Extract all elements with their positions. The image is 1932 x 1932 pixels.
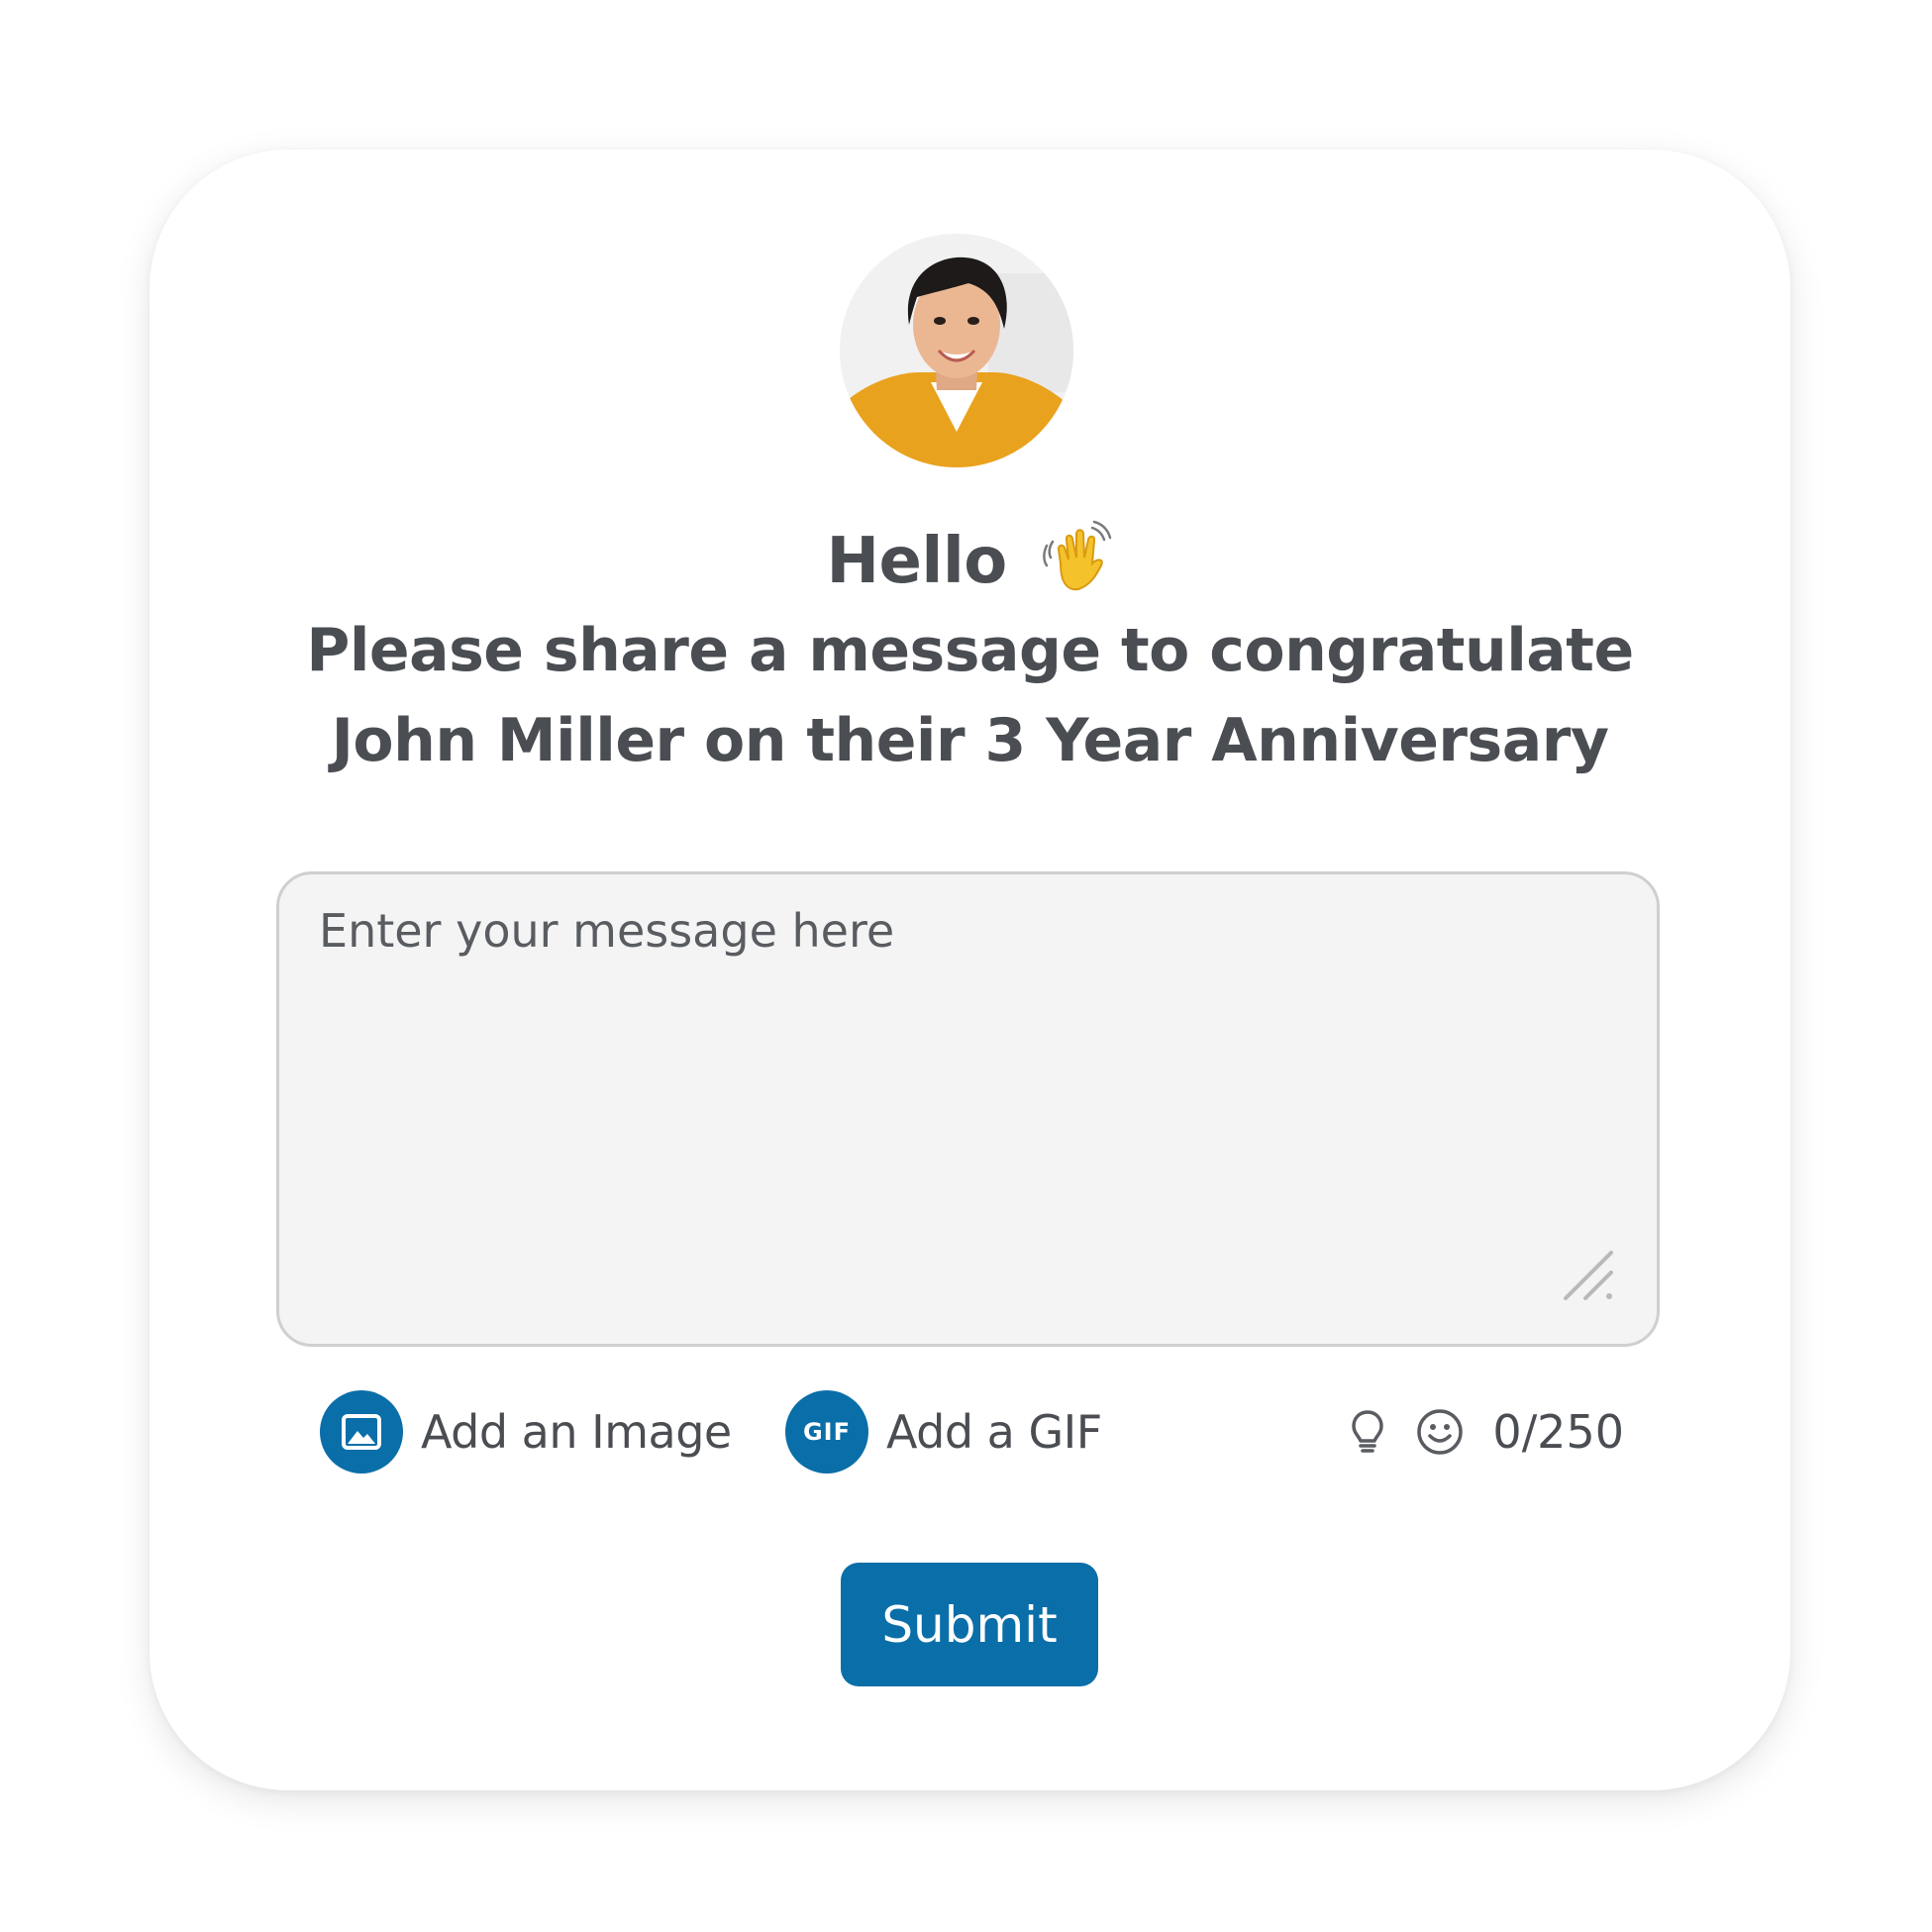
gif-icon: GIF (785, 1390, 868, 1474)
gif-icon-text: GIF (802, 1418, 852, 1446)
image-icon (320, 1390, 403, 1474)
hello-heading: Hello (150, 517, 1790, 606)
hello-text: Hello (826, 525, 1007, 598)
character-counter: 0/250 (1492, 1405, 1624, 1459)
prompt-line-2: John Miller on their 3 Year Anniversary (331, 706, 1609, 775)
waving-hand-icon (1042, 521, 1111, 591)
add-image-label: Add an Image (421, 1405, 732, 1459)
avatar-photo (840, 234, 1073, 467)
add-gif-label: Add a GIF (886, 1405, 1102, 1459)
add-gif-button[interactable]: GIF Add a GIF (785, 1390, 1102, 1474)
message-input[interactable] (279, 874, 1657, 1344)
submit-button[interactable]: Submit (841, 1563, 1098, 1686)
smiley-icon[interactable] (1414, 1406, 1466, 1458)
page: Hello Please share a message to congratu… (0, 0, 1932, 1932)
message-box (276, 871, 1660, 1347)
avatar (840, 234, 1073, 467)
prompt-line-1: Please share a message to congratulate (306, 616, 1634, 685)
add-image-button[interactable]: Add an Image (320, 1390, 732, 1474)
lightbulb-icon[interactable] (1342, 1406, 1393, 1458)
resize-handle-icon[interactable] (1562, 1249, 1617, 1304)
